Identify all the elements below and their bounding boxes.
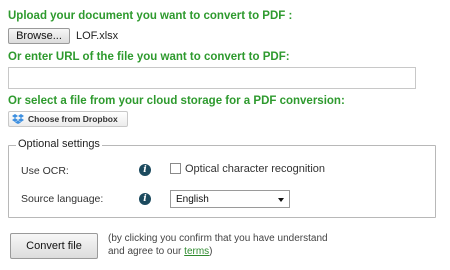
chevron-down-icon (278, 198, 284, 202)
url-heading: Or enter URL of the file you want to con… (8, 51, 290, 63)
upload-heading: Upload your document you want to convert… (8, 10, 293, 22)
consent-note-line1: (by clicking you confirm that you have u… (108, 233, 328, 244)
url-input[interactable] (8, 67, 416, 89)
consent-note-prefix: and agree to our (108, 246, 185, 257)
convert-file-button[interactable]: Convert file (10, 233, 98, 259)
use-ocr-label: Use OCR: (21, 165, 69, 177)
ocr-checkbox-label[interactable]: Optical character recognition (185, 163, 325, 175)
terms-link[interactable]: terms (184, 246, 209, 257)
dropbox-icon (12, 114, 24, 124)
consent-note-suffix: ) (209, 246, 213, 257)
ocr-info-icon[interactable]: i (139, 164, 151, 176)
source-language-info-icon[interactable]: i (139, 193, 151, 205)
cloud-heading: Or select a file from your cloud storage… (8, 95, 345, 107)
source-language-value: English (176, 193, 209, 205)
browse-button[interactable]: Browse... (8, 28, 70, 44)
choose-from-dropbox-button[interactable]: Choose from Dropbox (8, 111, 128, 127)
ocr-checkbox[interactable] (170, 163, 181, 174)
optional-settings-legend: Optional settings (16, 138, 102, 150)
source-language-label: Source language: (21, 193, 104, 205)
consent-note-line2: and agree to our terms) (108, 246, 213, 257)
dropbox-label: Choose from Dropbox (28, 114, 118, 124)
source-language-select[interactable]: English (170, 190, 290, 208)
selected-filename: LOF.xlsx (76, 30, 119, 42)
